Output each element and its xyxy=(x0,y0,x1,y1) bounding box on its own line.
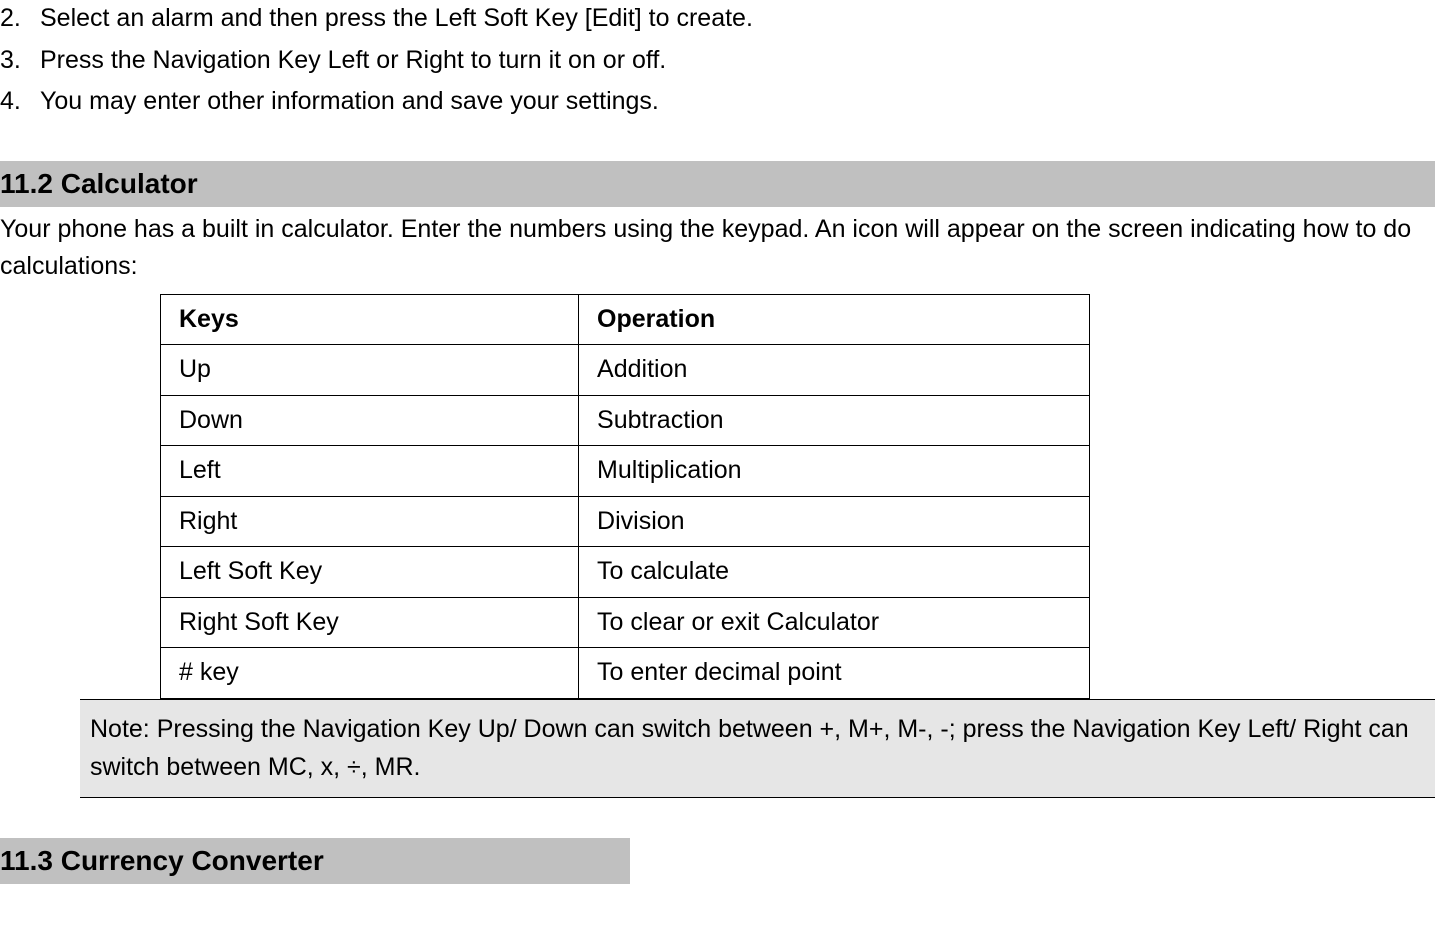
cell-operation: Addition xyxy=(579,345,1090,396)
section-number: 11.2 xyxy=(0,163,61,205)
cell-keys: Up xyxy=(161,345,579,396)
list-item: 2. Select an alarm and then press the Le… xyxy=(0,0,1435,38)
list-item: 4. You may enter other information and s… xyxy=(0,83,1435,121)
table-row: Left Soft Key To calculate xyxy=(161,547,1090,598)
cell-operation: Division xyxy=(579,496,1090,547)
table-row: Right Division xyxy=(161,496,1090,547)
section-title: Currency Converter xyxy=(61,840,324,882)
section-header-11-2: 11.2 Calculator xyxy=(0,161,1435,207)
list-text: Press the Navigation Key Left or Right t… xyxy=(40,42,1435,80)
cell-keys: Down xyxy=(161,395,579,446)
cell-operation: Multiplication xyxy=(579,446,1090,497)
list-number: 2. xyxy=(0,0,40,38)
section-number: 11.3 xyxy=(0,840,61,882)
calculator-keys-table-container: Keys Operation Up Addition Down Subtract… xyxy=(160,294,1090,699)
cell-operation: Subtraction xyxy=(579,395,1090,446)
list-text: You may enter other information and save… xyxy=(40,83,1435,121)
cell-keys: Left xyxy=(161,446,579,497)
cell-operation: To enter decimal point xyxy=(579,648,1090,699)
cell-operation: To clear or exit Calculator xyxy=(579,597,1090,648)
document-page: 2. Select an alarm and then press the Le… xyxy=(0,0,1435,884)
cell-keys: # key xyxy=(161,648,579,699)
list-number: 4. xyxy=(0,83,40,121)
section-11-2-paragraph: Your phone has a built in calculator. En… xyxy=(0,211,1435,286)
table-row: # key To enter decimal point xyxy=(161,648,1090,699)
table-header-row: Keys Operation xyxy=(161,294,1090,345)
col-header-keys: Keys xyxy=(161,294,579,345)
list-item: 3. Press the Navigation Key Left or Righ… xyxy=(0,42,1435,80)
section-title: Calculator xyxy=(61,163,198,205)
table-row: Right Soft Key To clear or exit Calculat… xyxy=(161,597,1090,648)
calculator-keys-table: Keys Operation Up Addition Down Subtract… xyxy=(160,294,1090,699)
table-row: Up Addition xyxy=(161,345,1090,396)
section-header-11-3: 11.3 Currency Converter xyxy=(0,838,630,884)
col-header-operation: Operation xyxy=(579,294,1090,345)
cell-keys: Left Soft Key xyxy=(161,547,579,598)
table-row: Down Subtraction xyxy=(161,395,1090,446)
list-text: Select an alarm and then press the Left … xyxy=(40,0,1435,38)
note-box: Note: Pressing the Navigation Key Up/ Do… xyxy=(80,699,1435,799)
cell-keys: Right Soft Key xyxy=(161,597,579,648)
cell-keys: Right xyxy=(161,496,579,547)
list-number: 3. xyxy=(0,42,40,80)
cell-operation: To calculate xyxy=(579,547,1090,598)
table-row: Left Multiplication xyxy=(161,446,1090,497)
